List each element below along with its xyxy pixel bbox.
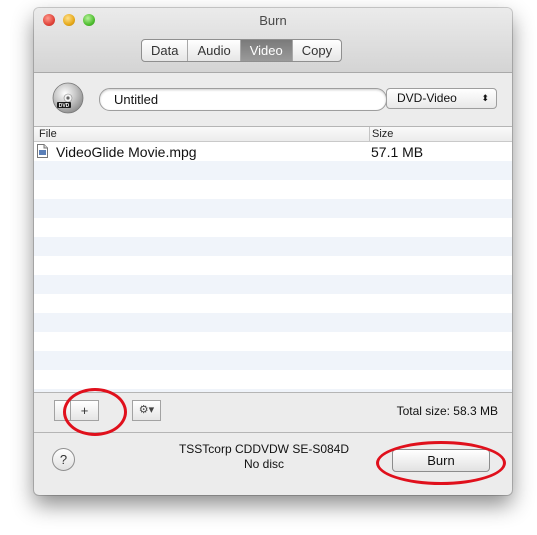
table-rows: VideoGlide Movie.mpg 57.1 MB	[34, 142, 512, 392]
table-row-empty	[34, 237, 512, 256]
tab-video[interactable]: Video	[240, 40, 293, 61]
table-row-empty	[34, 161, 512, 180]
drive-name: TSSTcorp CDDVDW SE-S084D	[178, 442, 350, 456]
column-header-file[interactable]: File	[39, 127, 57, 141]
table-row-empty	[34, 256, 512, 275]
table-row-empty	[34, 370, 512, 389]
format-select[interactable]: DVD-Video ⬍	[386, 88, 497, 109]
add-file-button[interactable]: +	[70, 400, 99, 421]
gear-menu-button[interactable]: ⚙▾	[132, 400, 161, 421]
table-header: File Size	[34, 127, 512, 142]
burn-window: Burn Data Audio Video Copy DVD Untitled …	[34, 8, 512, 495]
file-table: File Size VideoGlide Movie.mpg 57.1 MB	[34, 126, 512, 393]
file-name: VideoGlide Movie.mpg	[56, 144, 197, 160]
tab-data[interactable]: Data	[142, 40, 189, 61]
column-header-size[interactable]: Size	[369, 127, 393, 141]
svg-text:DVD: DVD	[59, 103, 70, 109]
table-row-empty	[34, 180, 512, 199]
total-size-label: Total size: 58.3 MB	[396, 404, 498, 418]
burn-button[interactable]: Burn	[392, 449, 490, 472]
table-row[interactable]: VideoGlide Movie.mpg 57.1 MB	[34, 142, 512, 161]
tab-audio[interactable]: Audio	[188, 40, 241, 61]
disc-name-field[interactable]: Untitled	[99, 88, 387, 111]
table-row-empty	[34, 275, 512, 294]
updown-arrows-icon: ⬍	[481, 93, 489, 103]
table-row-empty	[34, 389, 512, 392]
table-row-empty	[34, 351, 512, 370]
table-row-empty	[34, 313, 512, 332]
add-button-group: +	[54, 400, 99, 421]
file-size: 57.1 MB	[371, 144, 424, 160]
dvd-disc-icon: DVD	[52, 82, 84, 114]
document-icon	[37, 144, 48, 158]
tab-copy[interactable]: Copy	[293, 40, 341, 61]
table-row-empty	[34, 294, 512, 313]
title-bar: Burn Data Audio Video Copy	[34, 8, 512, 73]
spacer-button	[54, 400, 71, 421]
format-value: DVD-Video	[397, 91, 457, 105]
mode-tabs: Data Audio Video Copy	[141, 39, 343, 62]
divider	[34, 432, 512, 433]
drive-status: No disc	[243, 457, 284, 471]
table-row-empty	[34, 218, 512, 237]
help-button[interactable]: ?	[52, 448, 75, 471]
table-row-empty	[34, 199, 512, 218]
table-row-empty	[34, 332, 512, 351]
window-title: Burn	[259, 13, 287, 28]
